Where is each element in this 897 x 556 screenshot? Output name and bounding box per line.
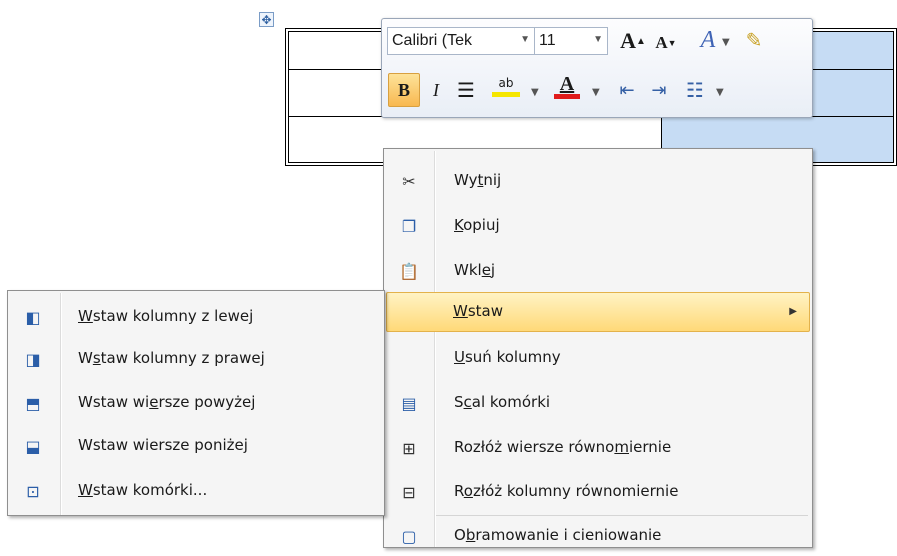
font-color-icon: A [559, 73, 575, 95]
menu-item-insert[interactable]: Wstaw ▶ [386, 292, 810, 332]
menu-item-copy[interactable]: ❐ Kopiuj [386, 206, 810, 246]
highlighter-icon: ab [498, 75, 514, 90]
font-color-bar [554, 94, 580, 99]
insert-column-left-icon: ◧ [25, 307, 41, 327]
chevron-right-icon: ▶ [789, 306, 797, 317]
increase-indent-icon: ⇥ [651, 79, 667, 101]
italic-label: I [433, 79, 439, 100]
font-name-value: Calibri (Tek [392, 32, 473, 49]
menu-item-label: Kopiuj [454, 216, 500, 234]
menu-item-label: Wstaw wiersze powyżej [78, 393, 256, 411]
paste-icon: 📋 [399, 261, 419, 281]
menu-item-label: Scal komórki [454, 393, 551, 411]
decrease-indent-button[interactable]: ⇤ [612, 75, 642, 105]
shrink-font-button[interactable]: A ▼ [652, 28, 680, 58]
menu-item-distribute-columns[interactable]: ⊟ Rozłóż kolumny równomiernie [386, 472, 810, 512]
bold-button[interactable]: B [388, 73, 420, 107]
menu-item-label: Wstaw [453, 302, 503, 320]
align-center-icon: ☰ [457, 78, 475, 102]
menu-item-label: Usuń kolumny [454, 348, 561, 366]
menu-item-cut[interactable]: ✂ Wytnij [386, 161, 810, 201]
menu-item-label: Rozłóż kolumny równomiernie [454, 482, 679, 500]
menu-item-label: Wstaw kolumny z lewej [78, 307, 254, 325]
font-size-combo[interactable]: 11 ▼ [534, 27, 608, 55]
merge-cells-icon: ▤ [401, 393, 417, 413]
menu-item-label: Rozłóż wiersze równomiernie [454, 438, 672, 456]
text-effects-button[interactable]: A [692, 25, 724, 55]
chevron-down-icon[interactable]: ▼ [531, 87, 539, 98]
highlight-button[interactable]: ab [486, 71, 526, 101]
chevron-down-icon[interactable]: ▼ [722, 37, 730, 48]
bullet-list-icon: ☷ [686, 78, 704, 102]
text-effects-icon: A [700, 26, 716, 53]
chevron-down-icon[interactable]: ▼ [520, 34, 530, 45]
submenu-item-insert-column-right[interactable]: ◨ Wstaw kolumny z prawej [10, 339, 382, 379]
grow-font-icon: A [620, 28, 636, 53]
submenu-item-insert-cells[interactable]: ⊡ Wstaw komórki... [10, 471, 382, 511]
brush-icon: ✎ [745, 29, 763, 52]
font-size-value: 11 [539, 32, 556, 49]
submenu-item-insert-row-above[interactable]: ⬒ Wstaw wiersze powyżej [10, 383, 382, 423]
shrink-font-icon: A [655, 33, 668, 52]
table-move-handle-icon[interactable]: ✥ [259, 12, 274, 27]
insert-cells-icon: ⊡ [26, 481, 40, 501]
menu-item-paste[interactable]: 📋 Wklej [386, 251, 810, 291]
font-color-button[interactable]: A [550, 71, 584, 101]
borders-shading-icon: ▢ [401, 526, 417, 546]
context-menu: ✂ Wytnij ❐ Kopiuj 📋 Wklej Wstaw ▶ Usuń k… [383, 148, 813, 548]
bullets-button[interactable]: ☷ [678, 75, 712, 105]
menu-item-borders-shading[interactable]: ▢ Obramowanie i cieniowanie [386, 516, 810, 556]
menu-item-label: Wklej [454, 261, 496, 279]
center-align-button[interactable]: ☰ [452, 75, 480, 105]
menu-item-merge-cells[interactable]: ▤ Scal komórki [386, 383, 810, 423]
menu-item-label: Wstaw komórki... [78, 481, 208, 499]
menu-item-label: Wytnij [454, 171, 502, 189]
submenu-item-insert-column-left[interactable]: ◧ Wstaw kolumny z lewej [10, 297, 382, 337]
insert-submenu: ◧ Wstaw kolumny z lewej ◨ Wstaw kolumny … [7, 290, 385, 516]
menu-item-label: Obramowanie i cieniowanie [454, 526, 662, 544]
chevron-down-icon[interactable]: ▼ [592, 87, 600, 98]
distribute-columns-icon: ⊟ [402, 482, 416, 502]
chevron-down-icon[interactable]: ▼ [716, 87, 724, 98]
submenu-item-insert-row-below[interactable]: ⬓ Wstaw wiersze poniżej [10, 426, 382, 466]
menu-item-distribute-rows[interactable]: ⊞ Rozłóż wiersze równomiernie [386, 428, 810, 468]
italic-button[interactable]: I [422, 75, 450, 105]
decrease-indent-icon: ⇤ [619, 79, 635, 101]
grow-font-button[interactable]: A ▲ [618, 26, 648, 56]
insert-row-above-icon: ⬒ [25, 393, 41, 413]
highlight-color-bar [492, 91, 520, 97]
distribute-rows-icon: ⊞ [402, 438, 416, 458]
bold-label: B [397, 79, 410, 100]
increase-indent-button[interactable]: ⇥ [644, 75, 674, 105]
scissors-icon: ✂ [402, 171, 416, 191]
menu-item-label: Wstaw kolumny z prawej [78, 349, 265, 367]
menu-item-label: Wstaw wiersze poniżej [78, 436, 248, 454]
insert-row-below-icon: ⬓ [25, 436, 41, 456]
chevron-down-icon[interactable]: ▼ [593, 34, 603, 45]
format-painter-button[interactable]: ✎ [739, 25, 769, 55]
menu-item-delete-columns[interactable]: Usuń kolumny [386, 338, 810, 378]
insert-column-right-icon: ◨ [25, 349, 41, 369]
font-name-combo[interactable]: Calibri (Tek ▼ [387, 27, 535, 55]
copy-icon: ❐ [401, 216, 417, 236]
mini-toolbar: Calibri (Tek ▼ 11 ▼ A ▲ A ▼ A ▼ ✎ B I ☰ ab… [381, 18, 813, 118]
